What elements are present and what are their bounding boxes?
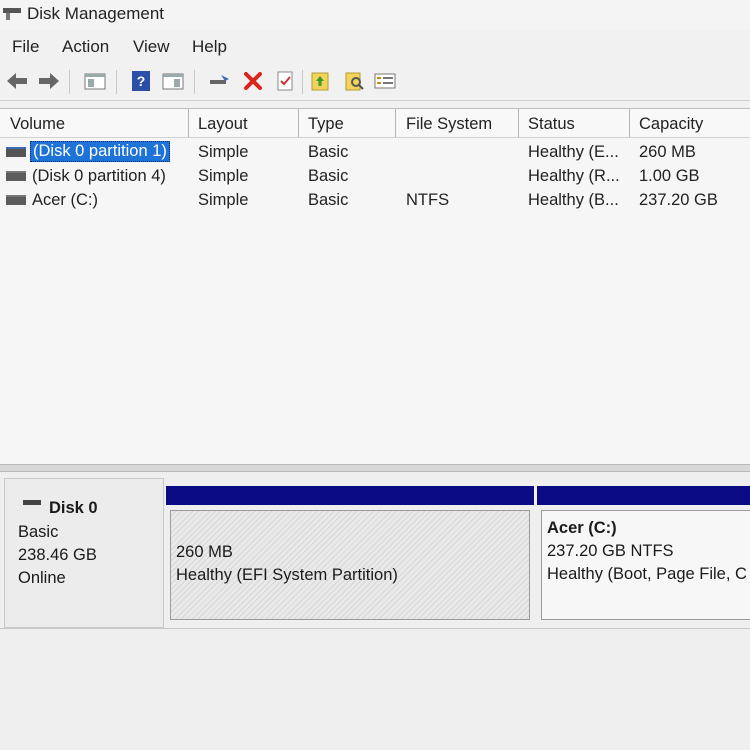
column-header-volume[interactable]: Volume <box>10 115 65 134</box>
volume-type: Basic <box>308 143 349 161</box>
connect-icon[interactable] <box>206 68 232 94</box>
title-bar: Disk Management <box>0 0 750 30</box>
partition-body: Acer (C:) 237.20 GB NTFS Healthy (Boot, … <box>541 510 750 620</box>
volume-row[interactable]: (Disk 0 partition 4) Simple Basic Health… <box>0 164 750 188</box>
volume-status: Healthy (E... <box>528 143 619 161</box>
volume-list[interactable]: Volume Layout Type File System Status Ca… <box>0 108 750 465</box>
volume-list-header: Volume Layout Type File System Status Ca… <box>0 109 750 138</box>
divider <box>0 628 750 629</box>
toolbar: ? <box>0 64 750 101</box>
help-icon[interactable]: ? <box>128 68 154 94</box>
toolbar-separator <box>302 70 303 94</box>
column-divider[interactable] <box>188 109 189 137</box>
partition-label: Acer (C:) <box>547 519 617 537</box>
volume-layout: Simple <box>198 143 249 161</box>
volume-status: Healthy (R... <box>528 167 620 185</box>
column-header-file-system[interactable]: File System <box>406 115 492 134</box>
menu-action[interactable]: Action <box>62 37 109 57</box>
column-divider[interactable] <box>518 109 519 137</box>
volume-icon <box>6 195 26 205</box>
disk-name: Disk 0 <box>49 499 98 517</box>
partition-body: 260 MB Healthy (EFI System Partition) <box>170 510 530 620</box>
volume-name: Acer (C:) <box>32 191 98 209</box>
column-header-status[interactable]: Status <box>528 115 575 134</box>
volume-file-system: NTFS <box>406 191 450 209</box>
forward-arrow-icon[interactable] <box>36 68 62 94</box>
partition-size: 237.20 GB NTFS <box>547 542 674 560</box>
disk-state: Online <box>18 569 66 587</box>
disk-icon <box>23 500 41 505</box>
toolbar-separator <box>116 70 117 94</box>
menu-bar: File Action View Help <box>0 34 750 60</box>
partition-bar <box>537 486 750 505</box>
menu-view[interactable]: View <box>133 37 170 57</box>
volume-row[interactable]: Acer (C:) Simple Basic NTFS Healthy (B..… <box>0 188 750 212</box>
list-view-icon[interactable] <box>372 68 398 94</box>
partition-status: Healthy (Boot, Page File, C <box>547 565 747 583</box>
partition-efi[interactable]: 260 MB Healthy (EFI System Partition) <box>166 486 534 626</box>
disk-view: Disk 0 Basic 238.46 GB Online 260 MB Hea… <box>0 472 750 750</box>
disk-management-icon <box>3 8 21 20</box>
column-divider[interactable] <box>298 109 299 137</box>
volume-name: (Disk 0 partition 4) <box>32 167 166 185</box>
column-divider[interactable] <box>395 109 396 137</box>
svg-text:?: ? <box>137 73 146 89</box>
search-icon[interactable] <box>341 68 367 94</box>
disk-info-panel[interactable]: Disk 0 Basic 238.46 GB Online <box>4 478 164 628</box>
console-tree-icon[interactable] <box>82 68 108 94</box>
volume-row[interactable]: (Disk 0 partition 1) Simple Basic Health… <box>0 140 750 164</box>
volume-capacity: 1.00 GB <box>639 167 700 185</box>
toolbar-separator <box>69 70 70 94</box>
back-arrow-icon[interactable] <box>4 68 30 94</box>
volume-layout: Simple <box>198 167 249 185</box>
pane-splitter[interactable] <box>0 464 750 472</box>
partition-bar <box>166 486 534 505</box>
toolbar-separator <box>194 70 195 94</box>
volume-status: Healthy (B... <box>528 191 619 209</box>
volume-type: Basic <box>308 191 349 209</box>
import-icon[interactable] <box>307 68 333 94</box>
column-header-capacity[interactable]: Capacity <box>639 115 703 134</box>
partition-status: Healthy (EFI System Partition) <box>176 566 398 584</box>
delete-icon[interactable] <box>240 68 266 94</box>
window-title: Disk Management <box>27 4 165 23</box>
partition-acer-c[interactable]: Acer (C:) 237.20 GB NTFS Healthy (Boot, … <box>537 486 750 626</box>
volume-icon <box>6 147 26 157</box>
partition-size: 260 MB <box>176 543 233 561</box>
disk-size: 238.46 GB <box>18 546 97 564</box>
column-divider[interactable] <box>629 109 630 137</box>
volume-type: Basic <box>308 167 349 185</box>
volume-capacity: 260 MB <box>639 143 696 161</box>
action-pane-icon[interactable] <box>160 68 186 94</box>
disk-type: Basic <box>18 523 59 541</box>
volume-capacity: 237.20 GB <box>639 191 718 209</box>
menu-help[interactable]: Help <box>192 37 227 57</box>
volume-icon <box>6 171 26 181</box>
column-header-type[interactable]: Type <box>308 115 344 134</box>
volume-name: (Disk 0 partition 1) <box>30 141 170 162</box>
column-header-layout[interactable]: Layout <box>198 115 248 134</box>
properties-icon[interactable] <box>272 68 298 94</box>
menu-file[interactable]: File <box>12 37 39 57</box>
volume-layout: Simple <box>198 191 249 209</box>
